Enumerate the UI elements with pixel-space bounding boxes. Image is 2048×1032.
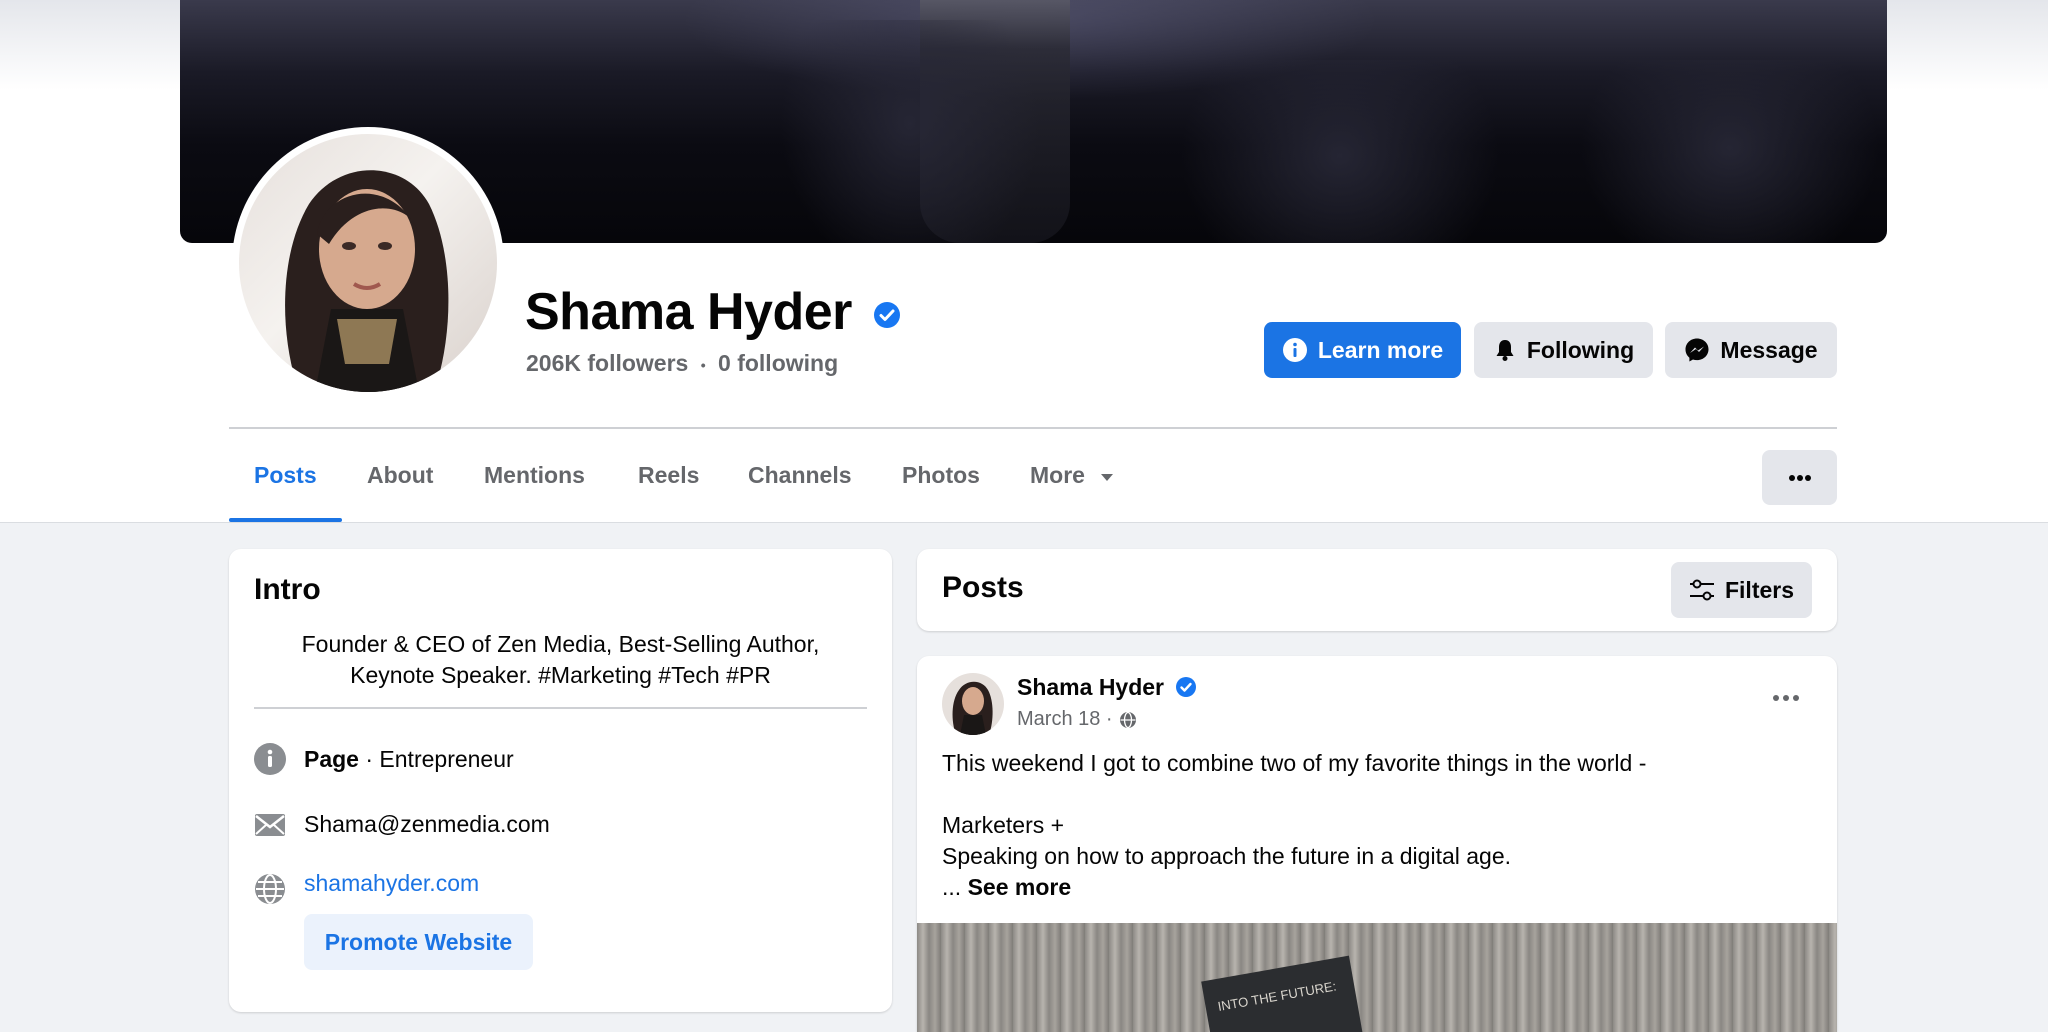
more-horizontal-icon (1773, 695, 1799, 701)
profile-more-button[interactable] (1762, 450, 1837, 505)
tab-reels[interactable]: Reels (638, 462, 699, 489)
tab-more[interactable]: More (1030, 462, 1115, 489)
verified-badge-icon (1176, 677, 1197, 697)
see-more-link[interactable]: See more (968, 874, 1072, 900)
tab-mentions[interactable]: Mentions (484, 462, 585, 489)
category-row: Page · Entrepreneur (304, 746, 514, 773)
info-icon (1282, 338, 1307, 362)
profile-name-row: Shama Hyder (525, 282, 900, 342)
intro-divider (254, 707, 867, 709)
filters-icon (1689, 579, 1714, 601)
post-text: This weekend I got to combine two of my … (942, 748, 1646, 903)
learn-more-label: Learn more (1317, 336, 1444, 363)
profile-avatar[interactable] (239, 134, 497, 392)
post-image-sign: INTO THE FUTURE: (1201, 955, 1363, 1032)
profile-name: Shama Hyder (525, 283, 852, 341)
followers-count[interactable]: 206K followers (526, 350, 688, 376)
info-icon (254, 743, 286, 775)
intro-title: Intro (254, 573, 321, 606)
more-horizontal-icon (1788, 474, 1811, 481)
tab-posts[interactable]: Posts (254, 462, 317, 489)
post-text-line: Marketers + (942, 812, 1065, 838)
post-date[interactable]: March 18 · (1017, 708, 1113, 731)
intro-bio: Founder & CEO of Zen Media, Best-Selling… (229, 629, 892, 691)
post-text-truncation: ... See more (942, 872, 1646, 903)
audience-silhouette (1580, 60, 1880, 243)
website-link[interactable]: shamahyder.com (304, 870, 479, 897)
post-author-avatar[interactable] (942, 673, 1004, 735)
post-author-row: Shama Hyder (1017, 674, 1197, 701)
post-options-button[interactable] (1772, 689, 1800, 707)
post-author-name[interactable]: Shama Hyder (1017, 674, 1164, 700)
intro-bio-line: Keynote Speaker. #Marketing #Tech #PR (350, 662, 771, 688)
active-tab-indicator (229, 518, 342, 522)
message-label: Message (1720, 336, 1818, 363)
tab-about[interactable]: About (367, 462, 433, 489)
post-card: Shama Hyder March 18 · This weekend I go… (917, 656, 1837, 1032)
post-meta: March 18 · (1017, 708, 1137, 731)
bell-icon (1496, 340, 1514, 361)
filters-label: Filters (1724, 576, 1795, 603)
post-image[interactable]: INTO THE FUTURE: (917, 923, 1837, 1032)
post-image-sign-text: INTO THE FUTURE: (1216, 978, 1338, 1015)
tab-photos[interactable]: Photos (902, 462, 980, 489)
filters-button[interactable]: Filters (1671, 562, 1812, 618)
intro-bio-line: Founder & CEO of Zen Media, Best-Selling… (301, 631, 820, 657)
following-count[interactable]: 0 following (718, 350, 838, 376)
post-text-line: Speaking on how to approach the future i… (942, 843, 1512, 869)
verified-badge-icon (873, 302, 900, 329)
message-button[interactable]: Message (1665, 322, 1837, 378)
category-value: · Entrepreneur (365, 746, 514, 772)
avatar-portrait (285, 170, 449, 392)
following-button[interactable]: Following (1474, 322, 1653, 378)
messenger-icon (1685, 338, 1709, 362)
post-text-spacer (942, 779, 1646, 810)
tab-more-label: More (1030, 462, 1085, 488)
header-divider (229, 427, 1837, 429)
learn-more-button[interactable]: Learn more (1264, 322, 1461, 378)
globe-icon (255, 874, 285, 904)
post-text-line: This weekend I got to combine two of my … (942, 750, 1647, 776)
posts-title: Posts (942, 571, 1024, 604)
post-ellipsis: ... (942, 874, 962, 900)
category-label: Page (304, 746, 359, 772)
envelope-icon (255, 814, 285, 836)
globe-icon (1119, 711, 1136, 728)
audience-silhouette (780, 20, 1040, 243)
stats-separator: • (700, 356, 706, 373)
intro-card: Intro Founder & CEO of Zen Media, Best-S… (229, 549, 892, 1012)
caret-down-icon (1101, 474, 1114, 481)
promote-website-button[interactable]: Promote Website (304, 914, 533, 970)
posts-header-card: Posts Filters (917, 549, 1837, 631)
audience-silhouette (1180, 60, 1500, 243)
follower-stats: 206K followers • 0 following (526, 350, 838, 377)
promote-website-label: Promote Website (324, 928, 513, 955)
tab-channels[interactable]: Channels (748, 462, 852, 489)
following-label: Following (1526, 336, 1635, 363)
email-text[interactable]: Shama@zenmedia.com (304, 811, 550, 838)
